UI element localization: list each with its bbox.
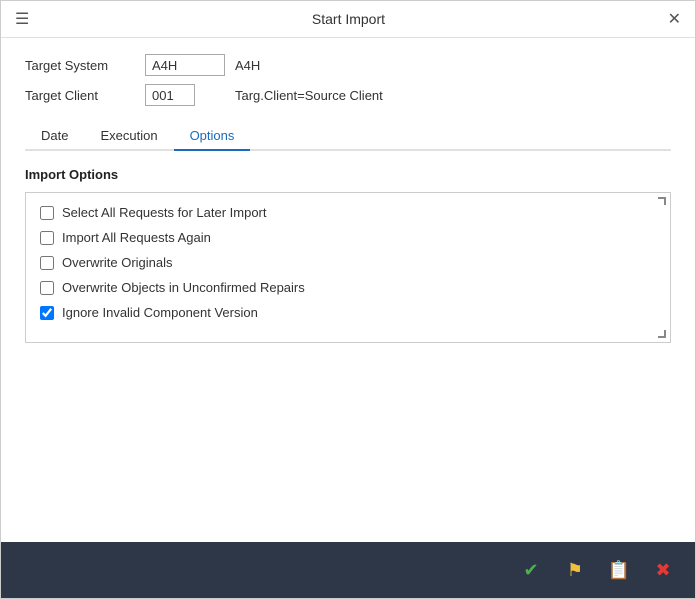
target-system-input[interactable] — [145, 54, 225, 76]
confirm-button[interactable]: ✔ — [515, 554, 547, 586]
target-client-input[interactable] — [145, 84, 195, 106]
target-client-label: Target Client — [25, 88, 145, 103]
dialog: ☰ Start Import ✕ Target System A4H Targe… — [0, 0, 696, 599]
checkbox-overwrite-originals[interactable] — [40, 256, 54, 270]
checkbox-label-2: Import All Requests Again — [62, 230, 211, 245]
tab-execution[interactable]: Execution — [84, 122, 173, 151]
target-client-display: Targ.Client=Source Client — [235, 88, 383, 103]
content-area: Target System A4H Target Client Targ.Cli… — [1, 38, 695, 542]
options-box: Select All Requests for Later Import Imp… — [25, 192, 671, 343]
target-client-row: Target Client Targ.Client=Source Client — [25, 84, 671, 106]
doc-button[interactable]: 📋 — [603, 554, 635, 586]
checkbox-row-3: Overwrite Originals — [40, 255, 656, 270]
checkbox-label-1: Select All Requests for Later Import — [62, 205, 266, 220]
import-options-title: Import Options — [25, 167, 671, 182]
doc-icon: 📋 — [608, 560, 630, 581]
tab-date[interactable]: Date — [25, 122, 84, 151]
flag-icon: ⚑ — [567, 560, 583, 581]
checkbox-label-5: Ignore Invalid Component Version — [62, 305, 258, 320]
dialog-title: Start Import — [29, 11, 667, 27]
checkbox-row-2: Import All Requests Again — [40, 230, 656, 245]
check-icon: ✔ — [523, 560, 538, 581]
checkbox-select-all[interactable] — [40, 206, 54, 220]
tab-options[interactable]: Options — [174, 122, 251, 151]
cancel-button[interactable]: ✖ — [647, 554, 679, 586]
hamburger-icon[interactable]: ☰ — [15, 9, 29, 29]
tabs-row: Date Execution Options — [25, 122, 671, 151]
x-icon: ✖ — [655, 560, 670, 581]
close-icon[interactable]: ✕ — [668, 9, 681, 29]
checkbox-row-1: Select All Requests for Later Import — [40, 205, 656, 220]
checkbox-overwrite-objects[interactable] — [40, 281, 54, 295]
title-bar: ☰ Start Import ✕ — [1, 1, 695, 38]
checkbox-ignore-invalid[interactable] — [40, 306, 54, 320]
checkbox-row-5: Ignore Invalid Component Version — [40, 305, 656, 320]
import-options-section: Import Options Select All Requests for L… — [25, 167, 671, 343]
corner-mark-tr — [658, 197, 666, 205]
flag-button[interactable]: ⚑ — [559, 554, 591, 586]
target-system-row: Target System A4H — [25, 54, 671, 76]
target-system-label: Target System — [25, 58, 145, 73]
checkbox-label-4: Overwrite Objects in Unconfirmed Repairs — [62, 280, 305, 295]
checkbox-label-3: Overwrite Originals — [62, 255, 173, 270]
checkbox-row-4: Overwrite Objects in Unconfirmed Repairs — [40, 280, 656, 295]
footer: ✔ ⚑ 📋 ✖ — [1, 542, 695, 598]
checkbox-import-all[interactable] — [40, 231, 54, 245]
target-system-display: A4H — [235, 58, 260, 73]
corner-mark-br — [658, 330, 666, 338]
